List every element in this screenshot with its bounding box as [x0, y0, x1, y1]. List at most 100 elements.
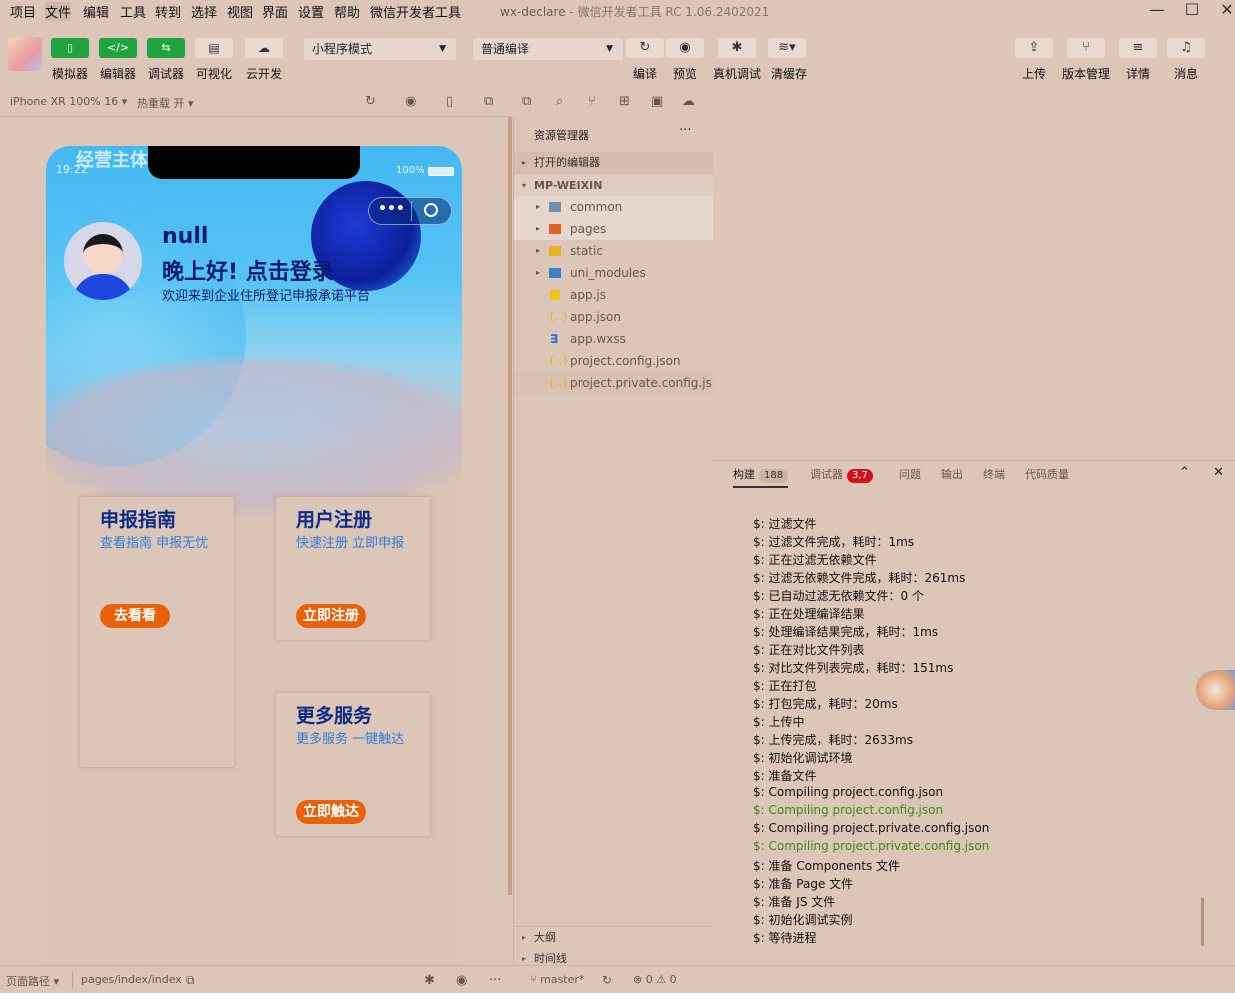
simulator-label: 模拟器: [52, 67, 89, 81]
tab-code-quality[interactable]: 代码质量: [1025, 466, 1069, 482]
welcome-text: 欢迎来到企业住所登记申报承诺平台: [162, 289, 371, 304]
visual-toggle[interactable]: ▤: [195, 38, 233, 58]
floating-assistant-icon[interactable]: [1196, 670, 1235, 710]
guide-card[interactable]: 申报指南 查看指南 申报无忧 去看看: [79, 496, 235, 768]
file-app-js[interactable]: app.js: [514, 284, 713, 306]
card-title: 申报指南: [100, 509, 177, 531]
folder-pages[interactable]: ▸ pages: [514, 218, 713, 240]
outline-section[interactable]: ▸ 大纲: [514, 926, 713, 949]
device-select[interactable]: iPhone XR 100% 16 ▾: [10, 95, 127, 108]
folder-icon: [549, 268, 561, 278]
search-icon[interactable]: ⌕: [556, 94, 563, 109]
menu-edit[interactable]: 编辑: [83, 2, 109, 21]
compile-button[interactable]: ↻: [626, 38, 664, 58]
version-button[interactable]: ⑂: [1067, 38, 1105, 58]
popout-icon[interactable]: ⧉: [484, 94, 493, 109]
log-scrollbar[interactable]: [1201, 898, 1204, 946]
cloud-dev-toggle[interactable]: ☁: [245, 38, 283, 58]
phone-icon[interactable]: ▯: [446, 94, 453, 109]
source-control-icon[interactable]: ⑂: [588, 94, 596, 109]
menu-tools[interactable]: 工具: [120, 2, 146, 21]
menu-interface[interactable]: 界面: [262, 2, 288, 21]
page-path-dropdown[interactable]: 页面路径 ▾: [6, 973, 59, 989]
branch-indicator[interactable]: ⑂ master*: [530, 973, 584, 986]
explorer-more-icon[interactable]: ···: [679, 123, 691, 138]
folder-common[interactable]: ▸ common: [514, 196, 713, 218]
resource-explorer: ⧉ ⌕ ⑂ ⊞ ▣ ☁ 资源管理器 ··· ▸ 打开的编辑器 ▾ MP-WEIXIN…: [513, 94, 723, 965]
panel-icon[interactable]: ▣: [651, 94, 663, 109]
stop-icon[interactable]: ◉: [405, 94, 416, 109]
menu-project[interactable]: 项目: [10, 2, 36, 21]
open-editors-section[interactable]: ▸ 打开的编辑器: [514, 152, 713, 174]
project-root[interactable]: ▾ MP-WEIXIN: [514, 175, 713, 197]
avatar[interactable]: [64, 222, 142, 300]
editor-toggle[interactable]: </>: [99, 38, 137, 58]
preview-button[interactable]: ◉: [666, 38, 704, 58]
close-icon[interactable]: ✕: [1212, 0, 1235, 22]
file-app-wxss[interactable]: ∃ app.wxss: [514, 328, 713, 350]
simulator-scrollbar[interactable]: [508, 117, 512, 895]
tab-output[interactable]: 输出: [941, 466, 963, 482]
close-target-icon[interactable]: [424, 203, 438, 217]
menu-view[interactable]: 视图: [227, 2, 253, 21]
log-line: $: Compiling project.config.json: [753, 785, 944, 799]
register-now-button[interactable]: 立即注册: [296, 604, 366, 628]
messages-label: 消息: [1174, 67, 1199, 81]
folder-static[interactable]: ▸ static: [514, 240, 713, 262]
sync-icon[interactable]: ↻: [602, 973, 612, 987]
simulator-toggle[interactable]: ▯: [51, 38, 89, 58]
debugger-toggle[interactable]: ⇆: [147, 38, 185, 58]
reach-now-button[interactable]: 立即触达: [296, 800, 366, 824]
collapse-icon[interactable]: ⌃: [1179, 465, 1190, 480]
mode-select[interactable]: 小程序模式 ▼: [304, 38, 456, 60]
mini-program-capsule[interactable]: •••: [368, 197, 452, 225]
more-services-card[interactable]: 更多服务 更多服务 一键触达 立即触达: [275, 692, 431, 837]
log-line: $: 对比文件列表完成，耗时：151ms: [753, 661, 954, 675]
go-see-button[interactable]: 去看看: [100, 604, 170, 628]
rotate-icon[interactable]: ↻: [365, 94, 376, 109]
log-line: $: 初始化调试实例: [753, 913, 853, 927]
files-icon[interactable]: ⧉: [522, 94, 531, 109]
tab-debugger[interactable]: 调试器 3,7: [810, 466, 873, 483]
file-project-config[interactable]: {..} project.config.json: [514, 350, 713, 372]
tab-problems[interactable]: 问题: [899, 466, 921, 482]
compile-select[interactable]: 普通编译 ▼: [473, 38, 623, 60]
more-icon[interactable]: ···: [489, 973, 501, 988]
copy-icon[interactable]: ⧉: [186, 973, 195, 988]
bug-icon[interactable]: ✱: [424, 973, 435, 988]
login-greeting[interactable]: 晚上好! 点击登录: [162, 254, 334, 286]
user-avatar[interactable]: [8, 37, 42, 71]
page-path: pages/index/index: [81, 973, 182, 986]
menu-wechat-devtools[interactable]: 微信开发者工具: [370, 2, 461, 21]
maximize-icon[interactable]: ☐: [1177, 0, 1207, 22]
hero-wave: [46, 356, 462, 516]
menu-goto[interactable]: 转到: [155, 2, 181, 21]
file-app-json[interactable]: {..} app.json: [514, 306, 713, 328]
tab-build[interactable]: 构建 188: [733, 466, 789, 488]
eye-icon[interactable]: ◉: [456, 973, 467, 988]
minimize-icon[interactable]: —: [1142, 0, 1172, 22]
cloud-dev-label: 云开发: [246, 67, 283, 81]
folder-uni-modules[interactable]: ▸ uni_modules: [514, 262, 713, 284]
menu-select[interactable]: 选择: [191, 2, 217, 21]
cloud-icon[interactable]: ☁: [682, 94, 695, 109]
remote-debug-button[interactable]: ✱: [718, 38, 756, 58]
build-count-badge: 188: [759, 469, 789, 483]
register-card[interactable]: 用户注册 快速注册 立即申报 立即注册: [275, 496, 431, 641]
log-line: $: 准备 Components 文件: [753, 859, 901, 873]
details-button[interactable]: ≡: [1119, 38, 1157, 58]
more-icon[interactable]: •••: [378, 201, 405, 217]
problems-indicator[interactable]: ⊗ 0 ⚠ 0: [633, 973, 677, 986]
menu-settings[interactable]: 设置: [298, 2, 324, 21]
menu-help[interactable]: 帮助: [334, 2, 360, 21]
extensions-icon[interactable]: ⊞: [619, 94, 630, 109]
clear-cache-button[interactable]: ≋▾: [768, 38, 806, 58]
menu-file[interactable]: 文件: [45, 2, 72, 21]
log-line: $: Compiling project.private.config.json: [753, 821, 990, 835]
messages-button[interactable]: ♫: [1167, 38, 1205, 58]
upload-button[interactable]: ⇪: [1015, 38, 1053, 58]
tab-terminal[interactable]: 终端: [983, 466, 1005, 482]
close-panel-icon[interactable]: ✕: [1213, 465, 1224, 480]
file-project-private-config[interactable]: {..} project.private.config.js...: [514, 372, 723, 394]
hot-reload-toggle[interactable]: 热重载 开 ▾: [137, 95, 194, 111]
